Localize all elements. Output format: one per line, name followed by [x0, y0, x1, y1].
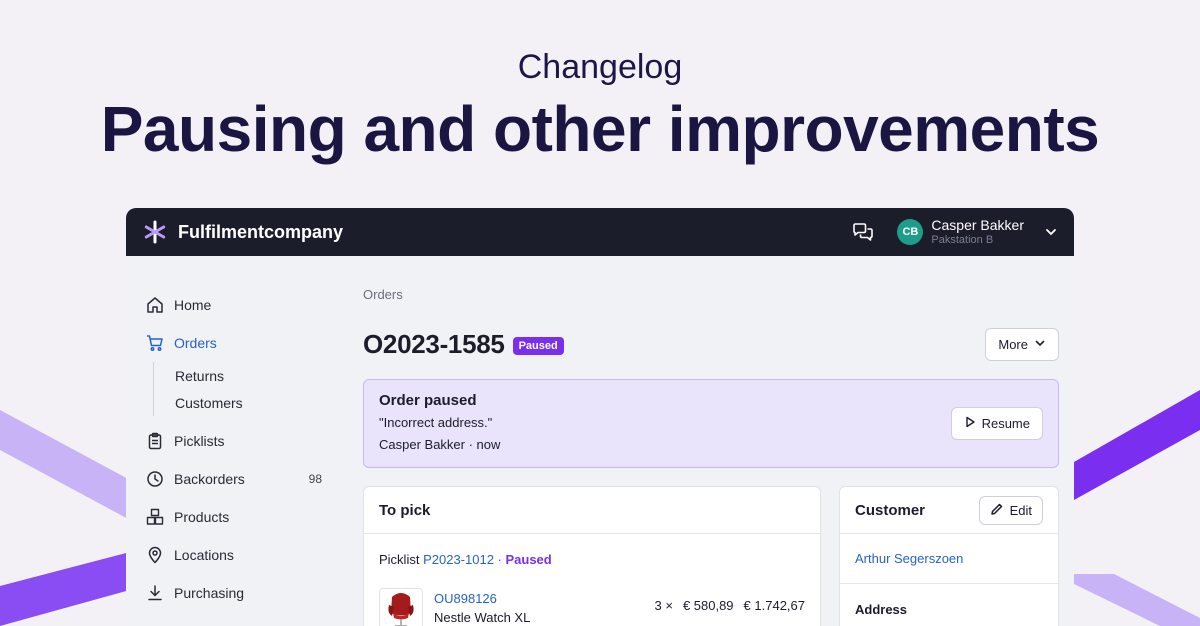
sidebar-item-orders[interactable]: Orders	[126, 324, 346, 362]
sidebar-item-products[interactable]: Products	[126, 498, 346, 536]
pause-reason: "Incorrect address."	[379, 415, 493, 430]
list-item: OU898126 Nestle Watch XL 3 × € 580,89 € …	[379, 588, 805, 626]
pause-banner: Order paused "Incorrect address." Casper…	[363, 379, 1059, 468]
breadcrumb[interactable]: Orders	[363, 287, 403, 302]
pause-meta: Casper Bakker · now	[379, 437, 501, 452]
download-icon	[146, 584, 164, 602]
picklist-status: Paused	[505, 552, 552, 567]
chat-bubbles-icon[interactable]	[851, 220, 875, 244]
app-window: Fulfilmentcompany CB Casper Bakker Pakst…	[126, 208, 1074, 626]
play-icon	[964, 416, 976, 431]
product-sku-link[interactable]: OU898126	[434, 590, 530, 609]
sidebar-item-locations[interactable]: Locations	[126, 536, 346, 574]
picklist-link[interactable]: P2023-1012	[423, 552, 494, 567]
user-role: Pakstation B	[931, 233, 994, 246]
sidebar-item-label: Purchasing	[174, 585, 245, 601]
sidebar-item-label: Backorders	[174, 471, 245, 487]
product-thumbnail[interactable]	[379, 588, 423, 626]
sidebar-subitem-returns[interactable]: Returns	[175, 362, 346, 389]
decorative-stripe-left-top	[0, 410, 130, 520]
edit-customer-button[interactable]: Edit	[978, 495, 1043, 525]
decorative-stripe-right-bottom	[1074, 574, 1200, 626]
sidebar: Home Orders Returns Customers Picklists …	[126, 256, 346, 612]
sidebar-item-label: Home	[174, 297, 212, 313]
to-pick-card: To pick Picklist P2023-1012 · Paused OU8…	[363, 486, 821, 626]
more-button-label: More	[998, 336, 1028, 352]
sidebar-item-backorders[interactable]: Backorders 98	[126, 460, 346, 498]
orders-subnav: Returns Customers	[153, 362, 346, 416]
avatar: CB	[897, 218, 924, 245]
chevron-down-icon	[1034, 337, 1046, 352]
clock-icon	[146, 470, 164, 488]
user-menu[interactable]: CB Casper Bakker Pakstation B	[897, 217, 1058, 246]
edit-button-label: Edit	[1009, 502, 1032, 518]
pencil-icon	[990, 502, 1004, 519]
hero-title: Pausing and other improvements	[100, 93, 1100, 165]
hero-subtitle: Changelog	[517, 48, 683, 86]
pause-banner-title: Order paused	[379, 392, 477, 409]
address-label: Address	[855, 602, 908, 617]
product-unit-price: € 580,89	[682, 598, 734, 613]
location-pin-icon	[146, 546, 164, 564]
clipboard-icon	[146, 432, 164, 450]
sidebar-item-home[interactable]: Home	[126, 286, 346, 324]
sidebar-subitem-customers[interactable]: Customers	[175, 389, 346, 416]
chevron-down-icon	[1044, 225, 1058, 239]
decorative-stripe-right-top	[1074, 390, 1200, 500]
cart-icon	[146, 334, 164, 352]
picklist-separator: ·	[493, 552, 506, 567]
boxes-icon	[146, 508, 164, 526]
brand-name: Fulfilmentcompany	[178, 221, 344, 242]
picklist-line: Picklist P2023-1012 · Paused	[364, 534, 820, 567]
product-total: € 1.742,67	[743, 598, 805, 613]
page-title: O2023-1585	[363, 328, 505, 359]
sidebar-item-label: Locations	[174, 547, 234, 563]
sidebar-item-label: Products	[174, 509, 230, 525]
asterisk-logo-icon	[142, 219, 168, 245]
decorative-stripe-left-bottom	[0, 552, 130, 626]
customer-name-link[interactable]: Arthur Segerszoen	[855, 551, 963, 566]
product-name: Nestle Watch XL	[434, 609, 531, 625]
brand[interactable]: Fulfilmentcompany	[142, 219, 343, 245]
more-button[interactable]: More	[985, 327, 1059, 361]
home-icon	[146, 296, 164, 314]
customer-card: Customer Edit Arthur Segerszoen Address	[839, 486, 1059, 626]
sidebar-item-label: Picklists	[174, 433, 225, 449]
backorders-count: 98	[308, 472, 322, 486]
topbar: Fulfilmentcompany CB Casper Bakker Pakst…	[126, 208, 1074, 256]
sidebar-item-purchasing[interactable]: Purchasing	[126, 574, 346, 612]
sidebar-item-label: Orders	[174, 335, 217, 351]
user-name: Casper Bakker	[931, 217, 1024, 234]
customer-title: Customer	[855, 501, 926, 519]
product-quantity: 3 ×	[654, 598, 673, 613]
resume-button[interactable]: Resume	[950, 407, 1043, 440]
sidebar-item-picklists[interactable]: Picklists	[126, 422, 346, 460]
picklist-label: Picklist	[379, 552, 420, 567]
to-pick-title: To pick	[379, 501, 431, 519]
resume-button-label: Resume	[981, 416, 1030, 431]
status-badge: Paused	[512, 336, 564, 355]
